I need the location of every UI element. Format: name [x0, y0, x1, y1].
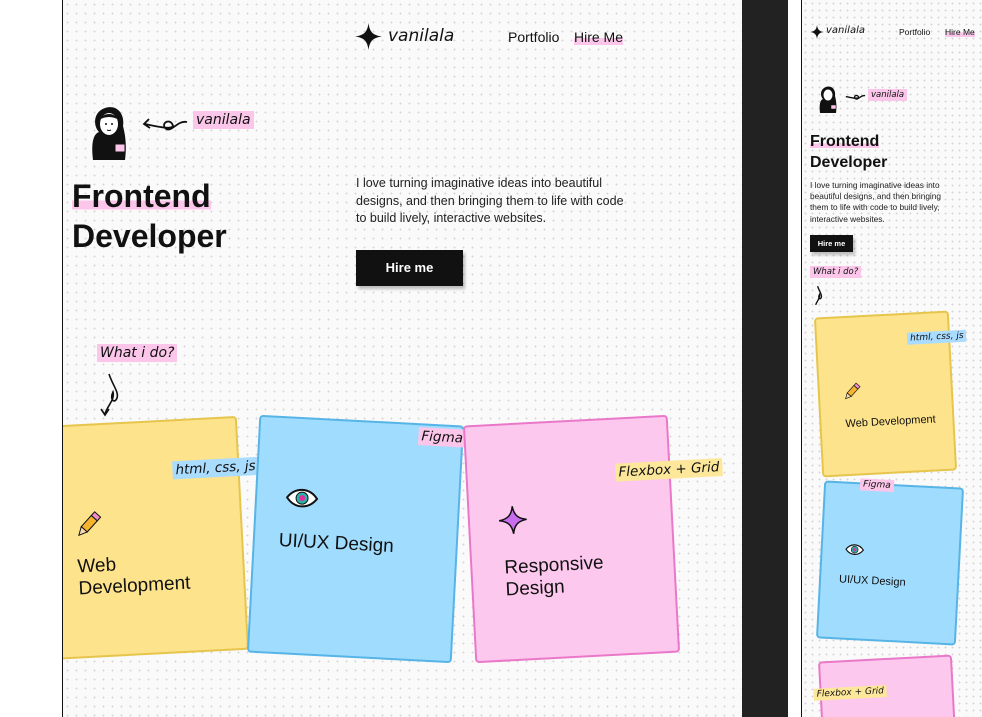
hero-title-line1: Frontend: [72, 178, 211, 214]
brand-name[interactable]: vanilala: [388, 26, 454, 46]
figma-tag: Figma: [859, 478, 895, 493]
hero-description: I love turning imaginative ideas into be…: [356, 176, 624, 225]
hero-title: Frontend Developer: [810, 131, 887, 173]
name-tag: vanilala: [193, 111, 254, 129]
eye-icon: [845, 544, 865, 555]
hero-title: Frontend Developer: [72, 176, 227, 256]
flexbox-grid-tag: Flexbox + Grid: [813, 685, 888, 701]
arrow-down-icon: [100, 373, 119, 417]
card-title-line2: Design: [505, 576, 566, 601]
nav-portfolio-link[interactable]: Portfolio: [508, 29, 559, 45]
card-title-line2: Development: [78, 572, 191, 600]
html-css-js-tag: html, css, js: [906, 329, 967, 345]
flexbox-grid-tag: Flexbox + Grid: [615, 458, 723, 482]
service-card-responsive-design[interactable]: Flexbox + Grid Responsive Design: [462, 414, 723, 664]
desktop-preview: vanilala Portfolio Hire Me vanilala Fron…: [62, 0, 743, 717]
sparkle-logo-icon: [810, 25, 824, 39]
sparkle-logo-icon: [355, 23, 382, 50]
hero-description: I love turning imaginative ideas into be…: [810, 180, 942, 224]
nav-hire-link[interactable]: Hire Me: [945, 27, 975, 37]
service-card-ui-ux-design[interactable]: Figma UI/UX Design: [246, 414, 467, 664]
card-title: Web Development: [77, 551, 191, 601]
what-i-do-heading: What i do?: [97, 344, 178, 362]
hire-me-button[interactable]: Hire me: [810, 235, 853, 252]
service-card-ui-ux-design[interactable]: Figma UI/UX Design: [815, 478, 965, 646]
service-card-web-development[interactable]: html, css, js Web Development: [813, 310, 967, 478]
service-card-web-development[interactable]: html, css, js Web Development: [63, 415, 260, 661]
card-title: UI/UX Design: [278, 530, 395, 557]
hero-title-line1: Frontend: [810, 133, 880, 150]
service-card-responsive-design[interactable]: Flexbox + Grid: [813, 654, 957, 717]
what-i-do-heading: What i do?: [810, 266, 862, 278]
eye-icon: [285, 488, 319, 508]
card-title: UI/UX Design: [838, 573, 906, 589]
sparkle-icon: [499, 506, 527, 534]
figma-tag: Figma: [417, 427, 467, 448]
card-title: Web Development: [845, 413, 937, 431]
avatar: [819, 86, 837, 113]
arrow-down-icon: [815, 285, 823, 306]
avatar: [92, 107, 126, 160]
card-title: Responsive Design: [504, 552, 605, 601]
frame-separator: [742, 0, 788, 717]
name-tag: vanilala: [868, 89, 908, 101]
nav-hire-link[interactable]: Hire Me: [574, 29, 624, 45]
html-css-js-tag: html, css, js: [172, 456, 260, 480]
nav-portfolio-link[interactable]: Portfolio: [899, 27, 930, 37]
hero-title-line2: Developer: [72, 218, 227, 254]
hero-title-line2: Developer: [810, 154, 888, 171]
mobile-preview: vanilala Portfolio Hire Me vanilala Fron…: [801, 0, 982, 717]
brand-name[interactable]: vanilala: [826, 25, 865, 36]
pencil-icon: [78, 511, 102, 537]
arrow-left-icon: [142, 118, 188, 131]
arrow-left-icon: [845, 94, 866, 100]
hire-me-button[interactable]: Hire me: [356, 250, 463, 286]
pencil-icon: [845, 382, 861, 400]
